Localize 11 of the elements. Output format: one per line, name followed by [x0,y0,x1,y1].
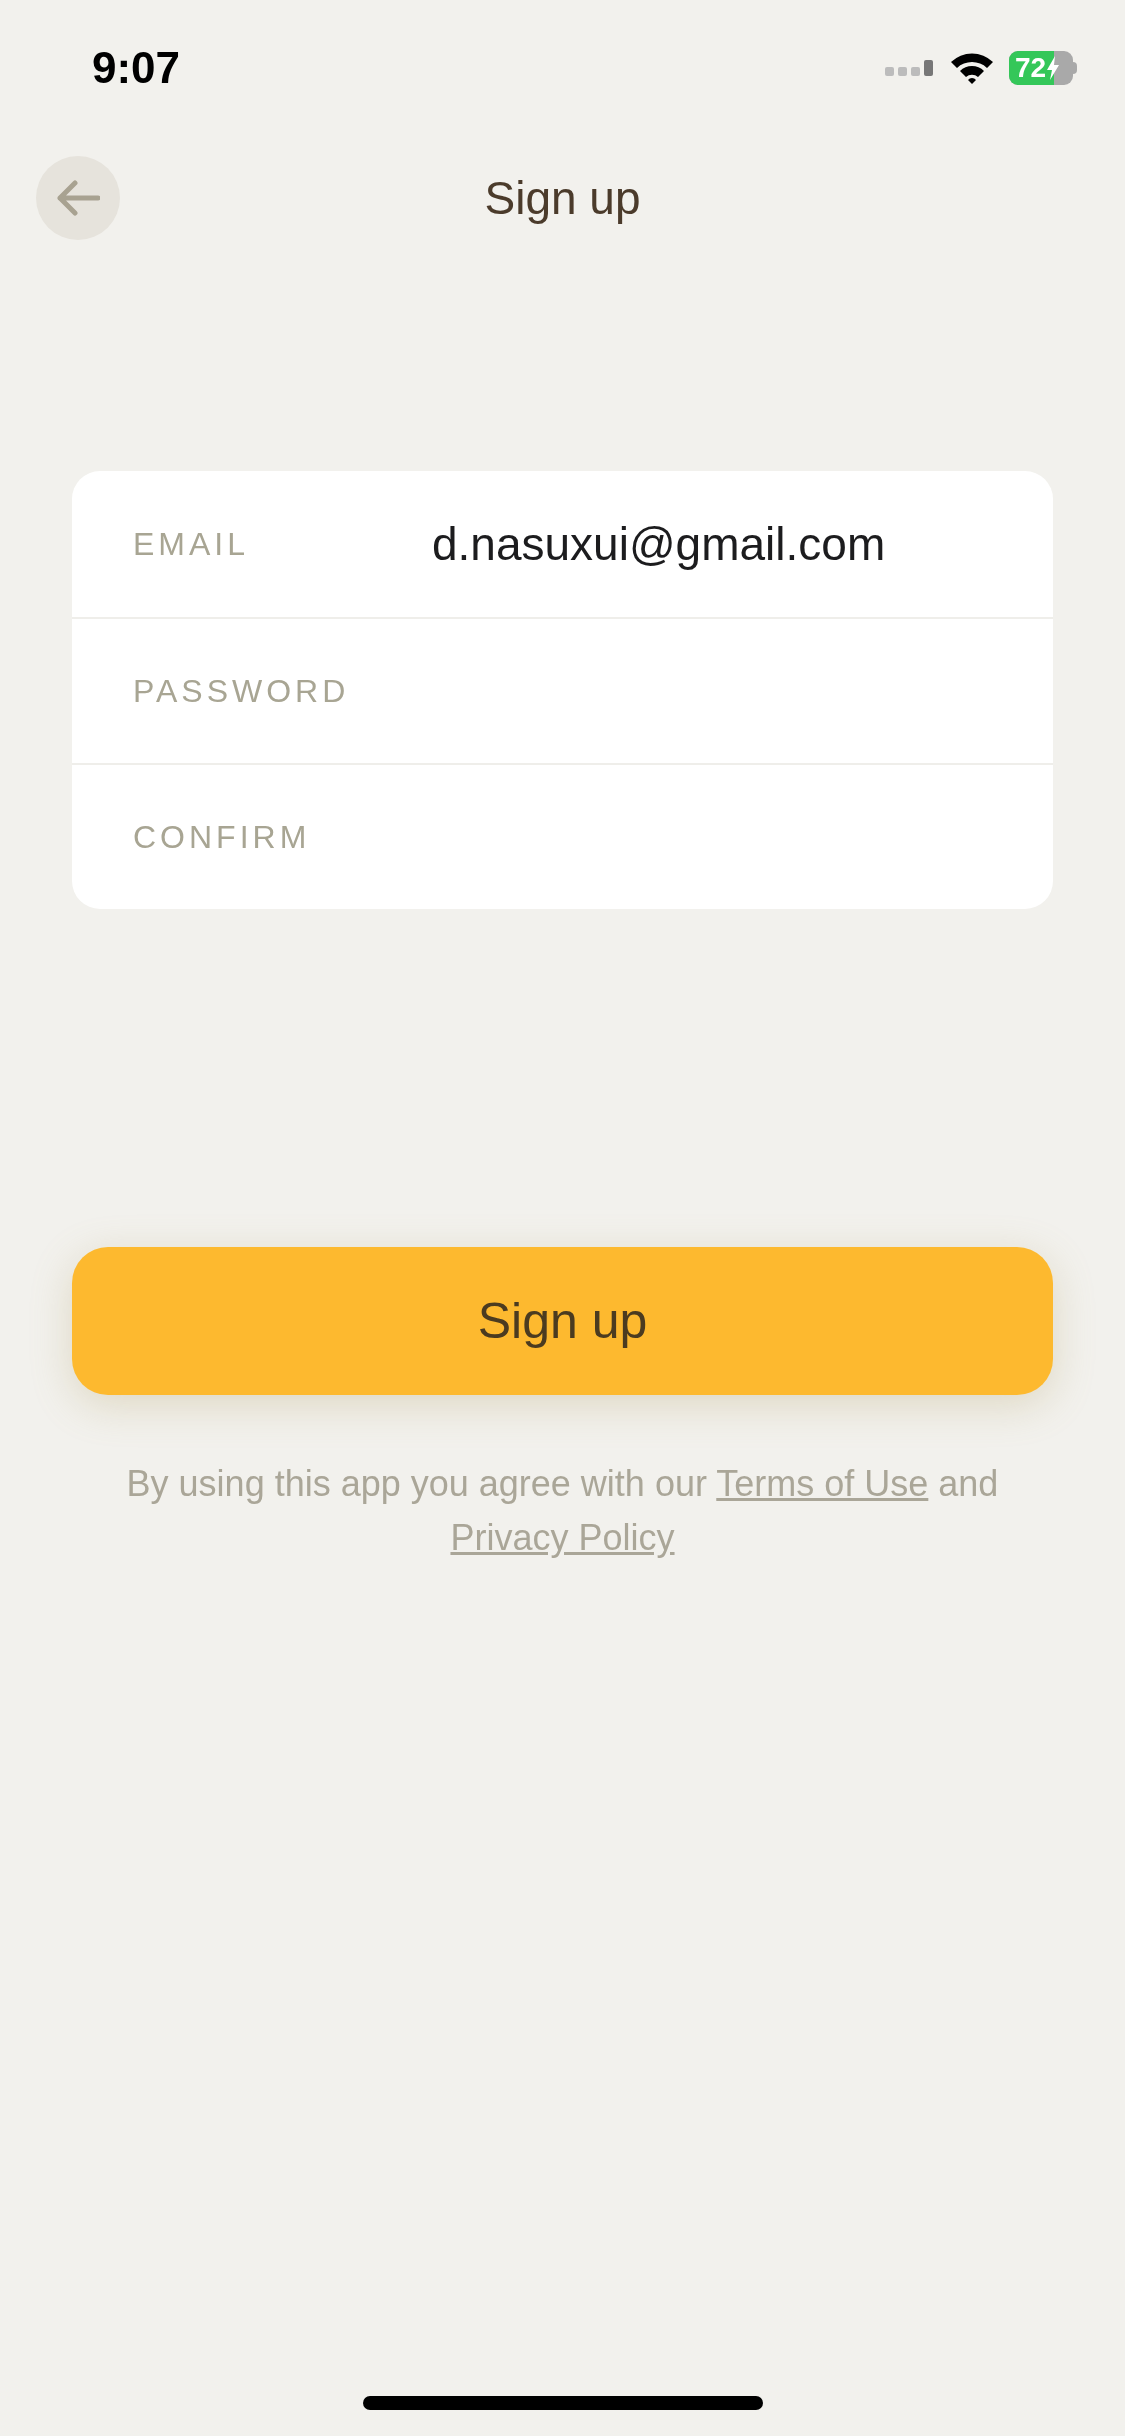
terms-text: By using this app you agree with our Terms of Use and Privacy Policy [125,1462,1000,1560]
field-label: PASSWORD [133,672,351,711]
field-label: EMAIL [133,525,251,564]
status-time: 9:07 [92,42,181,94]
sign-up-button[interactable]: Sign up [72,1247,1053,1395]
field-label: CONFIRM [133,818,312,857]
screen-title: Sign up [484,170,641,226]
input-field[interactable]: d.nasuxui@gmail.com [432,504,1013,584]
back-arrow-icon [56,180,100,216]
signal-icon [885,59,935,77]
wifi-icon [949,51,995,85]
